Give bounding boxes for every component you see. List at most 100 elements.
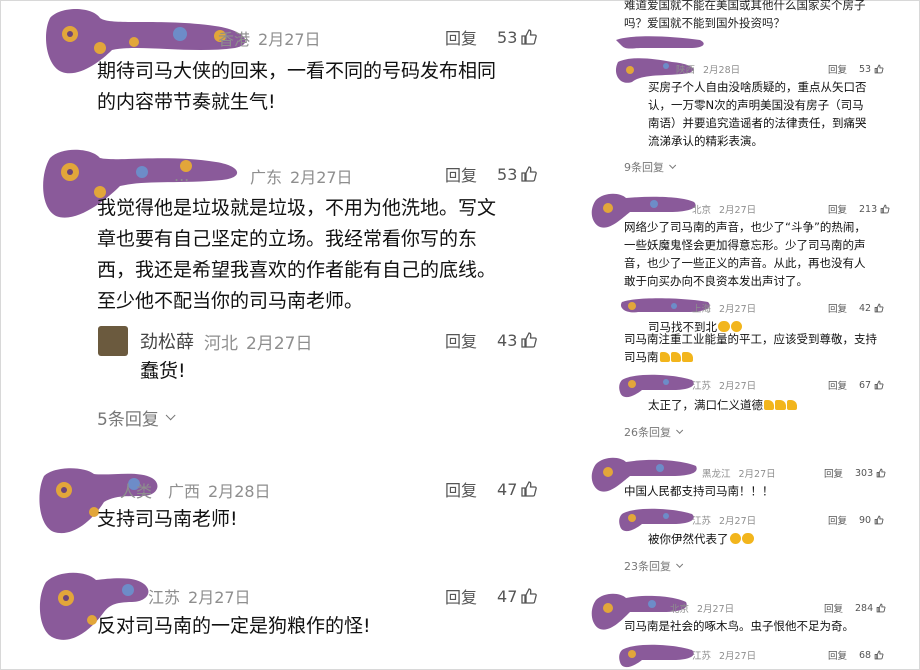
like-count: 303 <box>855 467 874 479</box>
reply-button[interactable]: 回复 <box>824 466 843 480</box>
more-replies-label: 23条回复 <box>624 560 671 573</box>
like-button[interactable]: 284 <box>855 603 886 614</box>
comment-actions: 回复 53 <box>445 25 538 49</box>
comment-text-line: 南语）并要追究造谣者的法律责任，到痛哭 <box>648 116 867 130</box>
more-replies-link[interactable]: 5条回复 <box>97 405 176 430</box>
like-button[interactable]: 53 <box>497 165 538 184</box>
comment-text: 反对司马南的一定是狗粮作的怪! <box>97 611 371 642</box>
parent-comment-text: 难道爱国就不能在美国或其他什么国家买个房子 吗？爱国就不能到国外投资吗？ <box>624 0 914 32</box>
laughing-emoji-icon <box>729 532 741 545</box>
reply-button[interactable]: 回复 <box>828 378 847 392</box>
like-count: 284 <box>855 602 874 614</box>
thumbs-up-icon <box>521 332 538 348</box>
like-button[interactable]: 68 <box>859 650 884 661</box>
comment-location: 陕西 <box>676 65 696 76</box>
comment-location: 黑龙江 <box>702 469 731 480</box>
comment-text-line: 一些妖魔鬼怪会更加得意忘形。少了司马南的声 <box>624 238 866 252</box>
comment-text-line: 我觉得他是垃圾就是垃圾，不用为他洗地。写文 <box>97 197 497 219</box>
reply-button[interactable]: 回复 <box>445 584 477 608</box>
comment-text-line: 反对司马南的一定是狗粮作的怪! <box>97 615 371 637</box>
comment-text: 买房子个人自由没啥质疑的，重点从矢口否 认，一万零N次的声明美国没有房子（司马 … <box>648 78 913 150</box>
reply-text: 蠢货! <box>140 360 186 382</box>
reply-date: 2月27日 <box>246 333 313 354</box>
comment-date: 2月27日 <box>719 516 757 527</box>
comment-actions: 回复 53 <box>445 162 538 186</box>
chevron-down-icon <box>165 410 176 421</box>
comment-meta: 北京 2月27日 <box>670 601 734 615</box>
more-replies-link[interactable]: 9条回复 <box>624 159 677 175</box>
like-button[interactable]: 303 <box>855 468 886 479</box>
reply-button[interactable]: 回复 <box>828 202 847 216</box>
comment-text-line: 司马南注重工业能量的平工，应该受到尊敬，支持 <box>624 332 877 346</box>
comment-meta: 黑龙江 2月27日 <box>702 466 776 480</box>
like-count: 42 <box>859 302 872 314</box>
like-button[interactable]: 47 <box>497 587 538 606</box>
reply-button[interactable]: 回复 <box>828 513 847 527</box>
reply-button[interactable]: 回复 <box>828 62 847 76</box>
reply-button[interactable]: 回复 <box>445 25 477 49</box>
like-count: 53 <box>497 164 518 184</box>
comment-text-line: 期待司马大侠的回来，一看不同的号码发布相同 <box>97 60 497 82</box>
reply-avatar[interactable] <box>98 326 128 356</box>
thumbs-up-icon <box>876 603 886 613</box>
comment-text: 期待司马大侠的回来，一看不同的号码发布相同 的内容带节奏就生气! <box>97 56 557 118</box>
comment-meta: 广东 2月27日 <box>250 164 353 188</box>
like-button[interactable]: 53 <box>859 64 884 75</box>
comment-text-line: 至少他不配当你的司马南老师。 <box>97 290 364 312</box>
comment-actions: 回复 68 <box>828 648 884 662</box>
reply-button[interactable]: 回复 <box>824 601 843 615</box>
like-button[interactable]: 53 <box>497 28 538 47</box>
comment-meta: 江苏 2月27日 <box>692 378 756 392</box>
comment-location: 北京 <box>692 205 712 216</box>
reply-button[interactable]: 回复 <box>445 328 477 352</box>
comment-actions: 回复 53 <box>828 62 884 76</box>
comment-date: 2月27日 <box>258 30 321 49</box>
comment-meta: 江苏 2月27日 <box>148 584 251 608</box>
like-button[interactable]: 213 <box>859 204 890 215</box>
reply-button[interactable]: 回复 <box>828 648 847 662</box>
comment-location: 江苏 <box>148 588 181 607</box>
like-count: 68 <box>859 649 872 661</box>
comment-text: 我觉得他是垃圾就是垃圾，不用为他洗地。写文 章也要有自己坚定的立场。我经常看你写… <box>97 193 567 317</box>
comment-text: 司马南是社会的啄木鸟。虫子恨他不足为奇。 <box>624 617 854 635</box>
chevron-down-icon <box>669 161 677 169</box>
comment-text: 太正了，满口仁义道德 <box>648 396 798 414</box>
avatar-scribble <box>619 644 694 668</box>
comment-date: 2月28日 <box>703 65 741 76</box>
reply-button[interactable]: 回复 <box>445 477 477 501</box>
comment-text-line: 敢于向买办向不良资本发出声讨了。 <box>624 274 808 288</box>
like-button[interactable]: 47 <box>497 480 538 499</box>
more-replies-link[interactable]: 26条回复 <box>624 424 684 440</box>
thumbs-up-icon <box>874 515 884 525</box>
comment-text-line: 难道爱国就不能在美国或其他什么国家买个房子 <box>624 0 866 12</box>
comment-actions: 回复 303 <box>824 466 886 480</box>
thumbs-up-icon <box>874 303 884 313</box>
more-replies-link[interactable]: 23条回复 <box>624 558 684 574</box>
reply-button[interactable]: 回复 <box>445 162 477 186</box>
like-count: 213 <box>859 203 878 215</box>
like-button[interactable]: 42 <box>859 303 884 314</box>
like-button[interactable]: 67 <box>859 380 884 391</box>
comment-location: 江苏 <box>692 516 712 527</box>
thumbs-up-icon <box>874 64 884 74</box>
like-count: 67 <box>859 379 872 391</box>
reply-button[interactable]: 回复 <box>828 301 847 315</box>
thumbs-up-icon <box>874 650 884 660</box>
thumbs-up-icon <box>521 588 538 604</box>
thumbs-up-icon <box>521 166 538 182</box>
comment-text-line: 的内容带节奏就生气! <box>97 91 276 113</box>
reply-author-name[interactable]: 劲松薛 <box>140 328 194 354</box>
clap-emoji-icon <box>786 399 798 411</box>
comment-meta: 陕西 2月28日 <box>676 62 740 76</box>
comment-date: 2月27日 <box>719 205 757 216</box>
comment-location: 广东 <box>250 168 283 187</box>
like-button[interactable]: 90 <box>859 515 884 526</box>
comment-actions: 回复 284 <box>824 601 886 615</box>
clap-emoji-icon <box>764 399 775 411</box>
comment-location: 上海 <box>692 304 712 315</box>
comment-text-line: 网络少了司马南的声音，也少了“斗争”的热闹， <box>624 220 866 234</box>
comment-meta: 江苏 2月27日 <box>692 648 756 662</box>
comment-text-line: 支持司马南老师! <box>97 508 238 530</box>
like-button[interactable]: 43 <box>497 331 538 350</box>
commenter-name: ... <box>174 166 190 185</box>
